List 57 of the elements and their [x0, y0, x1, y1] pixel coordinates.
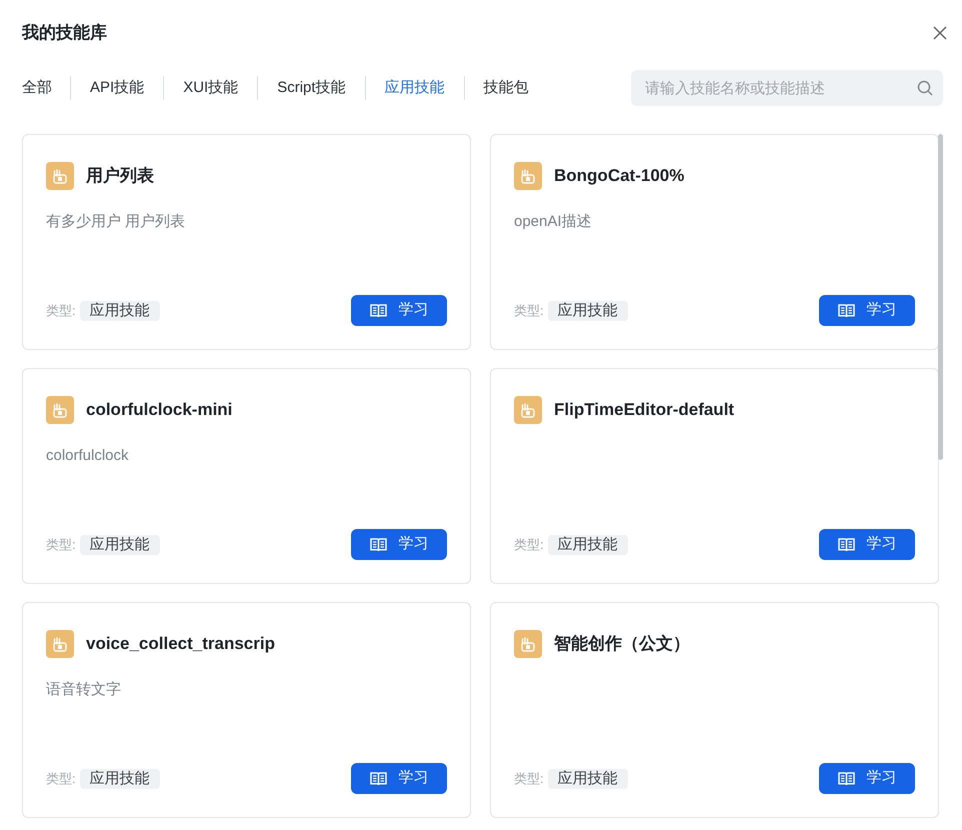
search-icon[interactable]: [917, 80, 933, 96]
search-field[interactable]: 请输入技能名称或技能描述: [631, 70, 943, 106]
type-label: 类型:: [514, 770, 544, 788]
type-label: 类型:: [514, 536, 544, 554]
filter-tab[interactable]: Script技能: [258, 76, 365, 100]
filter-tab[interactable]: 全部: [22, 76, 70, 100]
skill-description: 语音转文字: [46, 680, 121, 700]
book-icon: [838, 537, 854, 552]
book-icon: [370, 771, 386, 786]
app-icon: [46, 396, 74, 424]
type-tag: 应用技能: [548, 768, 628, 788]
filter-tab[interactable]: 应用技能: [366, 76, 464, 100]
app-icon: [514, 630, 542, 658]
skill-name: 智能创作（公文）: [554, 633, 690, 656]
learn-button[interactable]: 学习: [819, 529, 915, 560]
type-tag: 应用技能: [80, 768, 160, 788]
book-icon: [838, 771, 854, 786]
filter-tab[interactable]: XUI技能: [164, 76, 258, 100]
skill-card[interactable]: BongoCat-100% openAI描述 类型: 应用技能 学习: [490, 134, 939, 350]
close-icon[interactable]: [932, 25, 948, 41]
learn-button[interactable]: 学习: [819, 763, 915, 794]
scrollbar[interactable]: [938, 134, 943, 460]
skill-description: 有多少用户 用户列表: [46, 212, 186, 232]
type-tag: 应用技能: [80, 534, 160, 554]
skill-card[interactable]: colorfulclock-mini colorfulclock 类型: 应用技能 学习: [22, 368, 471, 584]
skill-card[interactable]: 智能创作（公文） 类型: 应用技能 学习: [490, 602, 939, 818]
learn-button[interactable]: 学习: [351, 529, 447, 560]
filter-tab[interactable]: API技能: [71, 76, 164, 100]
skill-name: FlipTimeEditor-default: [554, 399, 734, 422]
type-label: 类型:: [46, 770, 76, 788]
app-icon: [514, 162, 542, 190]
skill-card[interactable]: voice_collect_transcrip 语音转文字 类型: 应用技能 学习: [22, 602, 471, 818]
skill-name: 用户列表: [86, 165, 154, 188]
book-icon: [370, 537, 386, 552]
app-icon: [46, 630, 74, 658]
skill-name: BongoCat-100%: [554, 165, 684, 188]
app-icon: [46, 162, 74, 190]
dialog-title: 我的技能库: [22, 22, 107, 44]
skill-name: voice_collect_transcrip: [86, 633, 275, 656]
learn-button[interactable]: 学习: [351, 763, 447, 794]
app-icon: [514, 396, 542, 424]
type-label: 类型:: [46, 536, 76, 554]
learn-button[interactable]: 学习: [351, 295, 447, 326]
book-icon: [838, 303, 854, 318]
skill-name: colorfulclock-mini: [86, 399, 232, 422]
skill-description: colorfulclock: [46, 446, 129, 466]
type-label: 类型:: [46, 302, 76, 320]
type-tag: 应用技能: [80, 300, 160, 320]
skill-card[interactable]: FlipTimeEditor-default 类型: 应用技能 学习: [490, 368, 939, 584]
skill-card[interactable]: 用户列表 有多少用户 用户列表 类型: 应用技能 学习: [22, 134, 471, 350]
learn-button[interactable]: 学习: [819, 295, 915, 326]
type-tag: 应用技能: [548, 534, 628, 554]
filter-tab[interactable]: 技能包: [464, 76, 548, 100]
type-label: 类型:: [514, 302, 544, 320]
book-icon: [370, 303, 386, 318]
skill-description: openAI描述: [514, 212, 592, 232]
type-tag: 应用技能: [548, 300, 628, 320]
